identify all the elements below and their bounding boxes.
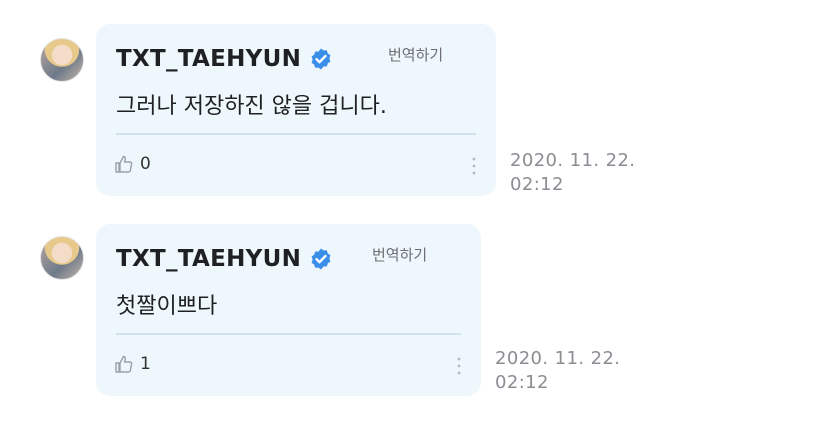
author-name[interactable]: TXT_TAEHYUN xyxy=(116,246,301,272)
like-button[interactable]: 1 xyxy=(114,354,151,374)
more-vertical-icon[interactable] xyxy=(456,356,462,376)
comment-item: TXT_TAEHYUN 번역하기 첫짤이쁘다 1 2020. 11. 22. 0… xyxy=(0,0,828,423)
comment-text: 첫짤이쁘다 xyxy=(116,294,218,319)
timestamp-time: 02:12 xyxy=(495,372,549,393)
comment-bubble: TXT_TAEHYUN 번역하기 첫짤이쁘다 1 xyxy=(96,224,481,396)
verified-badge-icon xyxy=(311,248,331,270)
comment-thread: TXT_TAEHYUN 번역하기 그러나 저장하진 않을 겁니다. 0 2020… xyxy=(0,0,828,423)
like-count: 1 xyxy=(140,354,151,374)
thumbs-up-icon xyxy=(115,355,133,373)
avatar[interactable] xyxy=(40,236,84,280)
divider xyxy=(116,333,461,335)
author-row: TXT_TAEHYUN xyxy=(116,246,333,272)
translate-button[interactable]: 번역하기 xyxy=(372,244,427,265)
timestamp-date: 2020. 11. 22. xyxy=(495,348,621,369)
comment-timestamp: 2020. 11. 22. 02:12 xyxy=(495,347,620,395)
